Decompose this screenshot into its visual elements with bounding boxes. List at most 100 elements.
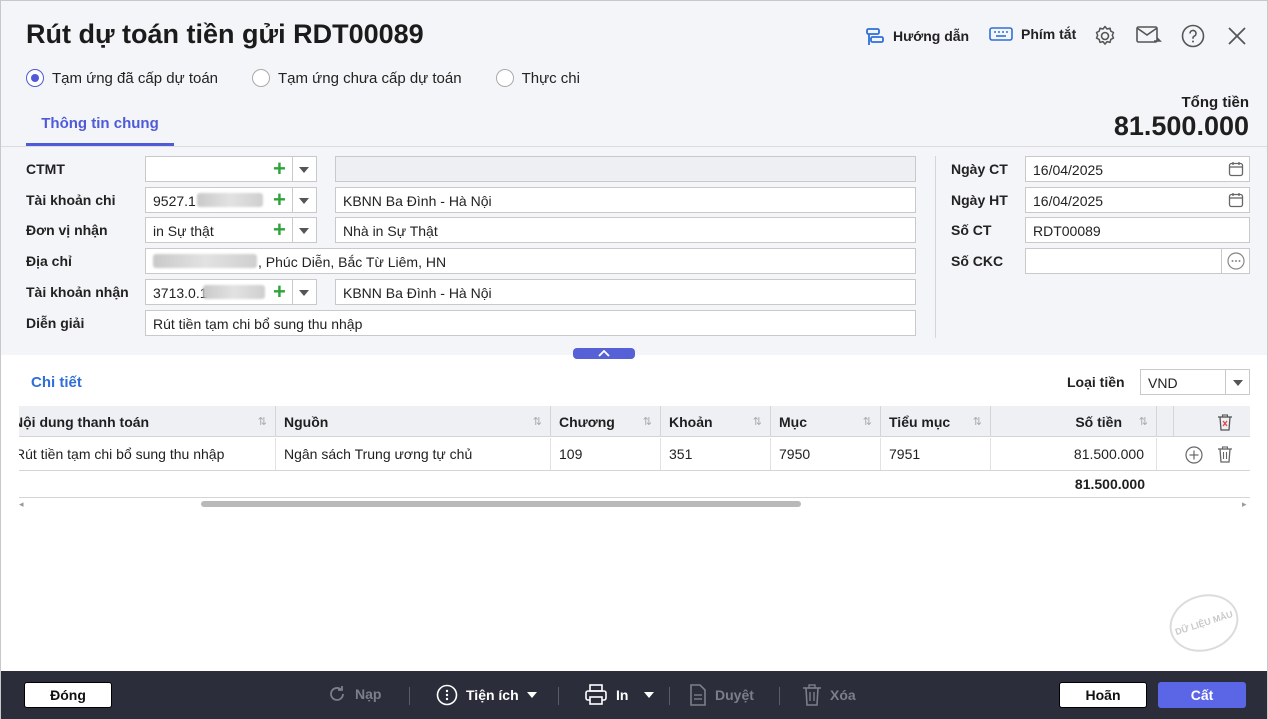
scroll-left-icon[interactable]: ◂ [19, 499, 24, 510]
delete-all-icon[interactable] [1217, 414, 1233, 431]
column-header-label: Tiểu mục [889, 414, 951, 430]
settings-button[interactable] [1092, 23, 1118, 49]
tk-chi-name-field[interactable]: KBNN Ba Đình - Hà Nội [335, 187, 916, 213]
approve-button[interactable]: Duyệt [689, 684, 754, 706]
so-ckc-input[interactable] [1025, 248, 1250, 274]
divider [292, 279, 293, 305]
cell-muc[interactable]: 7950 [771, 438, 881, 470]
delete-row-icon[interactable] [1217, 446, 1233, 463]
total-value: 81.500.000 [1113, 111, 1249, 141]
ngay-ht-input[interactable]: 16/04/2025 [1025, 187, 1250, 213]
print-label: In [616, 687, 629, 703]
scroll-right-icon[interactable]: ▸ [1242, 499, 1247, 510]
so-ct-label: Số CT [951, 222, 992, 238]
don-vi-name-field[interactable]: Nhà in Sự Thật [335, 217, 916, 243]
col-noi-dung[interactable]: Nội dung thanh toán ⇅ [19, 406, 276, 437]
close-dialog-button[interactable]: Đóng [24, 682, 112, 708]
col-nguon[interactable]: Nguồn ⇅ [276, 406, 551, 437]
don-vi-label: Đơn vị nhận [26, 222, 108, 238]
guide-label: Hướng dẫn [893, 28, 970, 44]
total-divider [19, 497, 1250, 498]
cell-noi-dung[interactable]: Rút tiền tạm chi bổ sung thu nhập [19, 438, 276, 470]
col-khoan[interactable]: Khoản ⇅ [661, 406, 771, 437]
cell-so-tien[interactable]: 81.500.000 [991, 438, 1157, 470]
chevron-up-icon [598, 350, 610, 357]
col-so-tien[interactable]: Số tiền ⇅ [991, 406, 1157, 437]
chevron-down-icon [526, 692, 537, 698]
help-icon [1181, 24, 1205, 48]
more-options-icon[interactable] [1227, 252, 1245, 270]
delete-label: Xóa [830, 687, 856, 703]
radio-selected-icon [26, 69, 44, 87]
add-receiver-account-icon[interactable]: + [273, 281, 286, 303]
horizontal-scrollbar[interactable] [201, 501, 801, 507]
sort-icon: ⇅ [752, 416, 762, 428]
dia-chi-input[interactable]: , Phúc Diễn, Bắc Từ Liêm, HN [145, 248, 916, 274]
col-chuong[interactable]: Chương ⇅ [551, 406, 661, 437]
sort-icon: ⇅ [972, 416, 982, 428]
ctmt-dropdown-icon[interactable] [299, 167, 309, 173]
total-label: Tổng tiền [1181, 94, 1250, 111]
radio-tam-ung-chua-cap[interactable]: Tạm ứng chưa cấp dự toán [252, 69, 462, 87]
ngay-ct-input[interactable]: 16/04/2025 [1025, 156, 1250, 182]
footer-divider [409, 687, 410, 705]
divider [1221, 248, 1222, 274]
calendar-icon[interactable] [1228, 192, 1244, 208]
radio-empty-icon [495, 69, 514, 87]
currency-dropdown-icon[interactable] [1233, 380, 1243, 386]
cell-tieu-muc[interactable]: 7951 [881, 438, 991, 470]
printer-icon [585, 684, 607, 705]
so-ct-input[interactable]: RDT00089 [1025, 217, 1250, 243]
tk-chi-dropdown-icon[interactable] [299, 198, 309, 204]
tk-nhan-label: Tài khoản nhận [26, 284, 129, 300]
tk-nhan-dropdown-icon[interactable] [299, 290, 309, 296]
column-header-label: Số tiền [1075, 414, 1122, 430]
footer-divider [779, 687, 780, 705]
redacted-mask [153, 254, 257, 268]
info-icon [436, 684, 458, 706]
utilities-menu[interactable]: Tiện ích [436, 684, 537, 706]
currency-label: Loại tiền [1067, 374, 1125, 390]
divider [292, 217, 293, 243]
save-button[interactable]: Cất [1158, 682, 1246, 708]
keyboard-icon [989, 27, 1013, 41]
calendar-icon[interactable] [1228, 161, 1244, 177]
dien-giai-input[interactable]: Rút tiền tạm chi bổ sung thu nhập [145, 310, 916, 336]
radio-tam-ung-da-cap[interactable]: Tạm ứng đã cấp dự toán [26, 69, 218, 87]
tk-nhan-name-field[interactable]: KBNN Ba Đình - Hà Nội [335, 279, 916, 305]
tk-chi-label: Tài khoản chi [26, 192, 116, 208]
detail-section-title: Chi tiết [31, 374, 82, 391]
shortcut-link[interactable]: Phím tắt [989, 26, 1076, 42]
column-header-label: Nội dung thanh toán [19, 414, 150, 430]
sort-icon: ⇅ [532, 416, 542, 428]
cell-chuong[interactable]: 109 [551, 438, 661, 470]
tab-general-info[interactable]: Thông tin chung [26, 105, 174, 146]
add-account-icon[interactable]: + [273, 189, 286, 211]
add-ctmt-icon[interactable]: + [273, 158, 286, 180]
collapse-header-button[interactable] [573, 348, 635, 359]
add-unit-icon[interactable]: + [273, 219, 286, 241]
don-vi-dropdown-icon[interactable] [299, 228, 309, 234]
cell-nguon[interactable]: Ngân sách Trung ương tự chủ [276, 438, 551, 470]
radio-thuc-chi[interactable]: Thực chi [495, 69, 580, 87]
gear-icon [1095, 25, 1115, 45]
page-title: Rút dự toán tiền gửi RDT00089 [26, 19, 424, 49]
mail-button[interactable] [1136, 23, 1162, 49]
utilities-label: Tiện ích [466, 687, 519, 703]
close-icon [1228, 27, 1246, 45]
col-tieu-muc[interactable]: Tiểu mục ⇅ [881, 406, 991, 437]
cell-khoan[interactable]: 351 [661, 438, 771, 470]
print-menu[interactable]: In [584, 684, 655, 706]
help-button[interactable] [1180, 23, 1206, 49]
reload-button[interactable]: Nạp [327, 684, 381, 704]
radio-empty-icon [252, 69, 271, 87]
close-button[interactable] [1224, 23, 1250, 49]
guide-link[interactable]: Hướng dẫn [865, 26, 969, 46]
trash-icon [803, 684, 821, 706]
add-row-icon[interactable] [1185, 446, 1203, 464]
sample-data-watermark: DỮ LIỆU MẪU [1162, 585, 1246, 661]
refresh-icon [330, 686, 344, 701]
cancel-button[interactable]: Hoãn [1059, 682, 1147, 708]
delete-button[interactable]: Xóa [802, 684, 856, 706]
col-muc[interactable]: Mục ⇅ [771, 406, 881, 437]
